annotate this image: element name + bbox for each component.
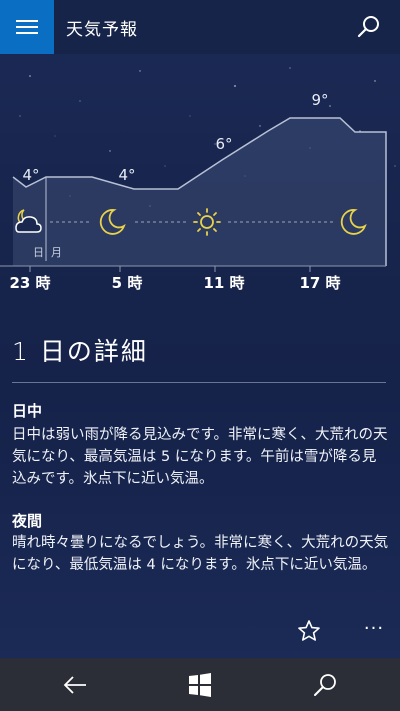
- windows-logo-icon[interactable]: [185, 670, 215, 700]
- night-heading: 夜間: [12, 512, 43, 530]
- page-title: 天気予報: [66, 20, 138, 40]
- daytime-heading: 日中: [12, 402, 43, 420]
- temperature-area: [13, 118, 386, 266]
- daytime-description: 日中は弱い雨が降る見込みです。非常に寒く、大荒れの天気になり、最高気温は 5 に…: [12, 427, 388, 487]
- search-icon[interactable]: [356, 14, 382, 40]
- night-description: 晴れ時々曇りになるでしょう。非常に寒く、大荒れの天気になり、最低気温は 4 にな…: [12, 535, 389, 573]
- star-icon[interactable]: [297, 619, 321, 643]
- temperature-label: 6°: [215, 135, 233, 153]
- hour-label: 23 時: [9, 274, 51, 292]
- back-arrow-icon[interactable]: [60, 670, 90, 700]
- temperature-label: 4°: [118, 166, 136, 184]
- hamburger-menu-icon: [16, 16, 38, 38]
- day-marker-label: 月: [51, 246, 62, 259]
- hamburger-menu-button[interactable]: [0, 0, 54, 54]
- app-header: 天気予報: [0, 0, 400, 54]
- temperature-label: 9°: [311, 91, 329, 109]
- hour-label: 11 時: [203, 274, 245, 292]
- hour-label: 17 時: [299, 274, 341, 292]
- system-navigation-bar: [0, 658, 400, 711]
- temperature-label: 4°: [22, 166, 40, 184]
- more-options-button[interactable]: ···: [360, 618, 388, 642]
- temperature-chart: [0, 117, 387, 272]
- search-icon[interactable]: [310, 670, 340, 700]
- hour-label: 5 時: [111, 274, 143, 292]
- details-title: 1 日の詳細: [12, 337, 148, 366]
- day-marker-label: 日: [33, 246, 44, 259]
- divider: [12, 382, 386, 383]
